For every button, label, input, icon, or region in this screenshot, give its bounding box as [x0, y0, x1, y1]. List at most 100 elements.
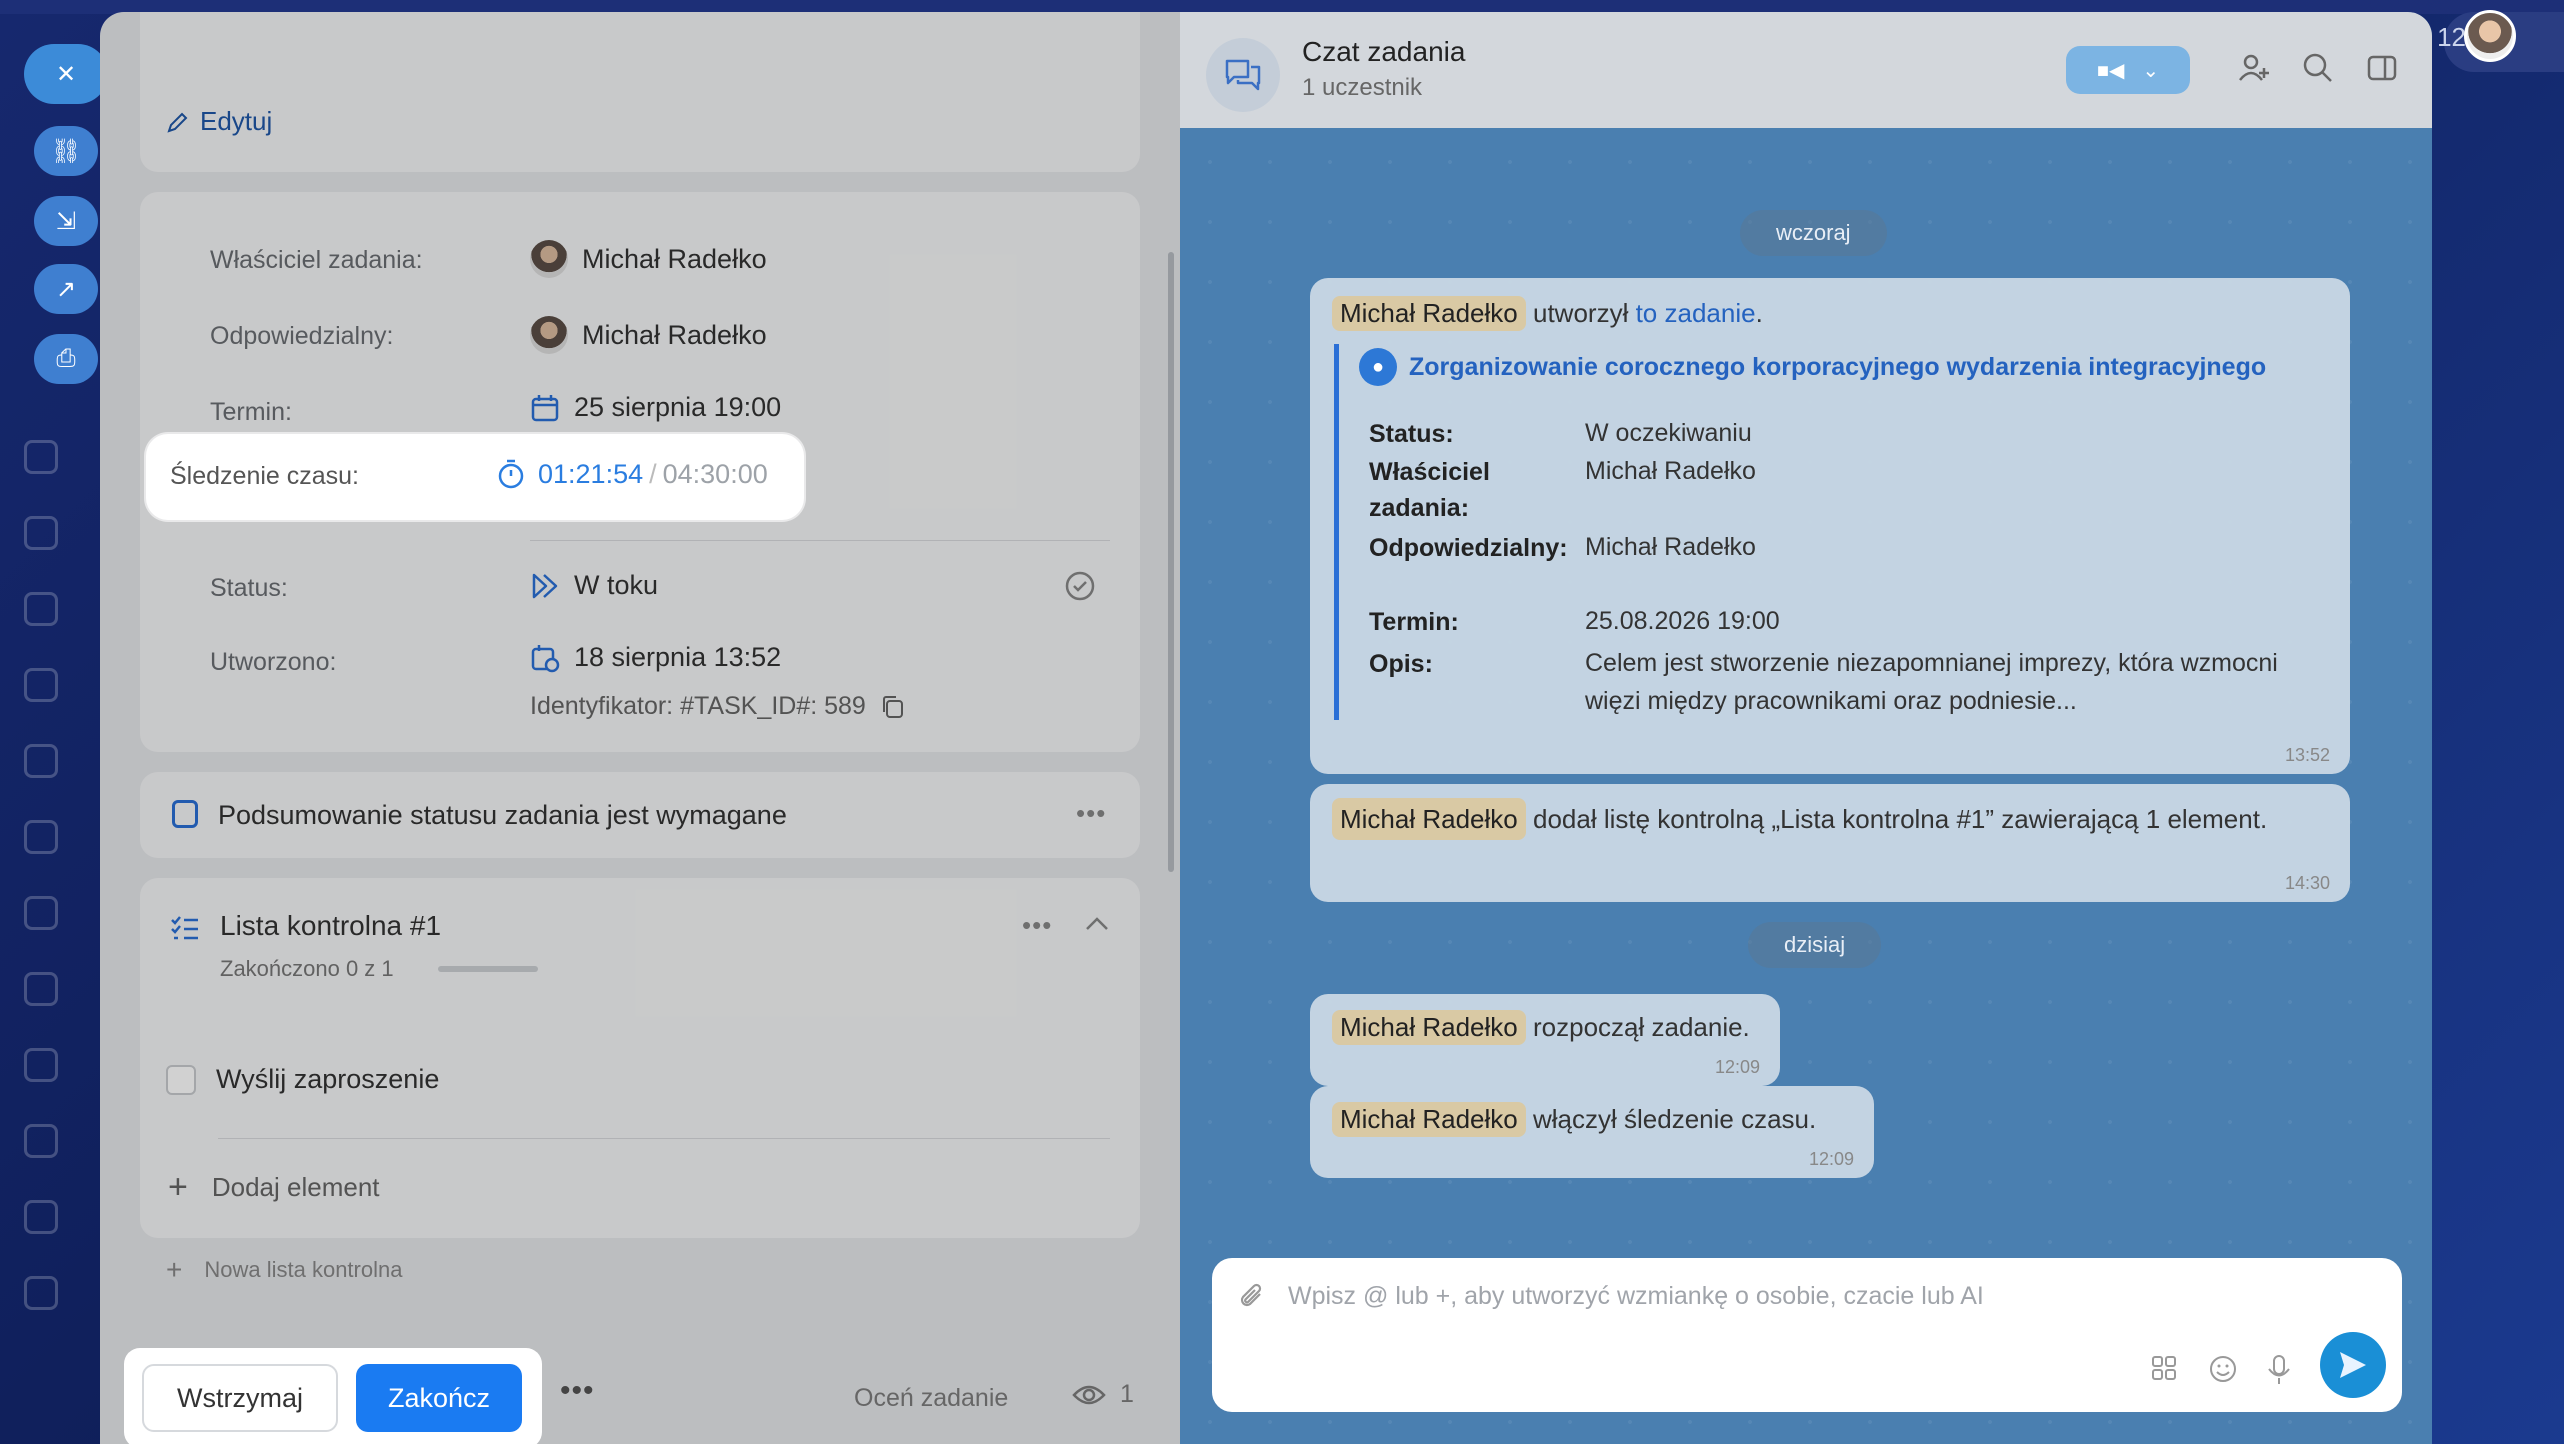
message-line: Michał Radełko rozpoczął zadanie.: [1332, 1010, 1750, 1045]
user-icon: ●: [1359, 348, 1397, 386]
flag-icon: [172, 800, 198, 828]
tracking-value[interactable]: 01:21:54 / 04:30:00: [496, 458, 768, 490]
created-label: Utworzono:: [210, 648, 337, 676]
copy-icon[interactable]: [880, 694, 906, 720]
message-line: Michał Radełko dodał listę kontrolną „Li…: [1332, 798, 2332, 840]
add-element-button[interactable]: + Dodaj element: [168, 1168, 380, 1207]
chat-title: Czat zadania: [1302, 36, 1466, 67]
status-text: W toku: [574, 570, 659, 600]
finish-button[interactable]: Zakończ: [356, 1364, 522, 1432]
circle-check-icon: [1065, 571, 1095, 601]
author-tag[interactable]: Michał Radełko: [1332, 296, 1526, 331]
deadline-value[interactable]: 25 sierpnia 19:00: [530, 392, 781, 423]
chevron-down-icon: ⌄: [2142, 59, 2160, 82]
edit-label: Edytuj: [200, 106, 273, 136]
rate-task-button[interactable]: Oceń zadanie: [854, 1384, 1008, 1413]
card-resp-label: Odpowiedzialny:: [1369, 534, 1568, 562]
tracking-current-time: 01:21:54: [538, 458, 644, 489]
emoji-icon[interactable]: [2208, 1354, 2238, 1391]
bg-menu-icon: [24, 1048, 58, 1082]
date-divider-today: dzisiaj: [1748, 922, 1882, 968]
eye-icon: [1072, 1385, 1106, 1404]
chat-header: Czat zadania 1 uczestnik ■◀ ⌄: [1180, 12, 2432, 128]
checklist-item-label: Wyślij zaproszenie: [216, 1064, 440, 1094]
download-button[interactable]: ⇲: [34, 196, 98, 246]
chevron-up-icon[interactable]: [1084, 914, 1110, 934]
bg-menu-icon: [24, 744, 58, 778]
message-time: 13:52: [2284, 745, 2330, 765]
new-checklist-button[interactable]: + Nowa lista kontrolna: [166, 1254, 402, 1286]
checklist-icon: [171, 916, 198, 940]
video-call-button[interactable]: ■◀ ⌄: [2066, 46, 2190, 94]
time-tracking-row[interactable]: Śledzenie czasu: 01:21:54 / 04:30:00: [146, 434, 804, 520]
message-composer: [1212, 1258, 2402, 1412]
microphone-icon[interactable]: [2266, 1354, 2292, 1393]
checklist-progress-text: Zakończono 0 z 1: [220, 956, 394, 981]
system-message-tracking: Michał Radełko włączył śledzenie czasu. …: [1310, 1086, 1874, 1178]
search-icon[interactable]: [2300, 50, 2336, 86]
status-check-button[interactable]: [1064, 570, 1096, 607]
responsible-label: Odpowiedzialny:: [210, 322, 394, 350]
edit-link[interactable]: Edytuj: [166, 106, 272, 137]
message-text: utworzył: [1532, 298, 1629, 328]
owner-name: Michał Radełko: [582, 243, 767, 274]
task-link[interactable]: to zadanie: [1636, 298, 1756, 328]
owner-value[interactable]: Michał Radełko: [530, 240, 767, 278]
chat-participants[interactable]: 1 uczestnik: [1302, 74, 1422, 102]
message-time: 12:09: [1808, 1149, 1854, 1169]
author-tag[interactable]: Michał Radełko: [1332, 1010, 1526, 1045]
close-slider-button[interactable]: ✕: [24, 44, 108, 104]
open-new-window-button[interactable]: ↗: [34, 264, 98, 314]
card-resp-value: Michał Radełko: [1585, 533, 1756, 561]
system-message-checklist: Michał Radełko dodał listę kontrolną „Li…: [1310, 784, 2350, 902]
status-summary-card[interactable]: Podsumowanie statusu zadania jest wymaga…: [140, 772, 1140, 858]
system-message-task-created: Michał Radełko utworzył to zadanie. ● Zo…: [1310, 278, 2350, 774]
paperclip-icon[interactable]: [1238, 1282, 1268, 1319]
responsible-value[interactable]: Michał Radełko: [530, 316, 767, 354]
scrollbar[interactable]: [1168, 252, 1174, 872]
camera-icon: ■◀: [2096, 59, 2125, 82]
summary-text: Podsumowanie statusu zadania jest wymaga…: [218, 800, 787, 830]
watchers-count: 1: [1120, 1380, 1134, 1408]
author-tag[interactable]: Michał Radełko: [1332, 798, 1526, 840]
checklist-checkbox[interactable]: [166, 1064, 196, 1095]
task-card-title-text: Zorganizowanie corocznego korporacyjnego…: [1409, 352, 2267, 381]
message-text: włączył śledzenie czasu.: [1532, 1104, 1817, 1134]
pencil-icon: [167, 112, 188, 133]
message-line: Michał Radełko włączył śledzenie czasu.: [1332, 1102, 1816, 1137]
sidebar-toggle-icon[interactable]: [2364, 50, 2400, 86]
responsible-name: Michał Radełko: [582, 319, 767, 350]
checklist-title[interactable]: Lista kontrolna #1: [220, 910, 441, 942]
more-actions-icon[interactable]: •••: [560, 1374, 595, 1408]
stopwatch-icon: [498, 459, 524, 489]
watchers-button[interactable]: 1: [1072, 1380, 1134, 1409]
calendar-icon: [531, 394, 559, 421]
card-status-label: Status:: [1369, 420, 1454, 448]
add-user-icon[interactable]: [2236, 50, 2272, 86]
print-button[interactable]: ⎙: [34, 334, 98, 384]
copy-link-button[interactable]: ⛓: [34, 126, 98, 176]
plus-icon: +: [168, 1168, 188, 1206]
task-card-title[interactable]: ● Zorganizowanie corocznego korporacyjne…: [1359, 348, 2266, 386]
checklist-more-icon[interactable]: •••: [1022, 910, 1052, 941]
message-input[interactable]: [1288, 1282, 2288, 1311]
user-avatar[interactable]: [2464, 10, 2516, 62]
deadline-text: 25 sierpnia 19:00: [574, 392, 782, 422]
author-tag[interactable]: Michał Radełko: [1332, 1102, 1526, 1137]
card-deadline-label: Termin:: [1369, 608, 1459, 636]
bg-menu-icon: [24, 668, 58, 702]
message-text: dodał listę kontrolną „Lista kontrolna #…: [1532, 804, 2268, 834]
bg-menu-icon: [24, 896, 58, 930]
bg-menu-icon: [24, 820, 58, 854]
system-message-started: Michał Radełko rozpoczął zadanie. 12:09: [1310, 994, 1780, 1086]
task-chat-panel: Czat zadania 1 uczestnik ■◀ ⌄ wczoraj Mi…: [1180, 12, 2432, 1444]
task-preview-card[interactable]: ● Zorganizowanie corocznego korporacyjne…: [1334, 344, 2314, 720]
apps-grid-icon[interactable]: [2150, 1354, 2178, 1389]
card-desc-value: Celem jest stworzenie niezapomnianej imp…: [1585, 649, 2278, 715]
send-button[interactable]: [2320, 1332, 2386, 1398]
pause-button[interactable]: Wstrzymaj: [142, 1364, 338, 1432]
checklist-item[interactable]: Wyślij zaproszenie: [166, 1064, 439, 1095]
bg-menu-icon: [24, 592, 58, 626]
more-icon[interactable]: •••: [1076, 798, 1106, 829]
new-checklist-label: Nowa lista kontrolna: [204, 1257, 403, 1282]
